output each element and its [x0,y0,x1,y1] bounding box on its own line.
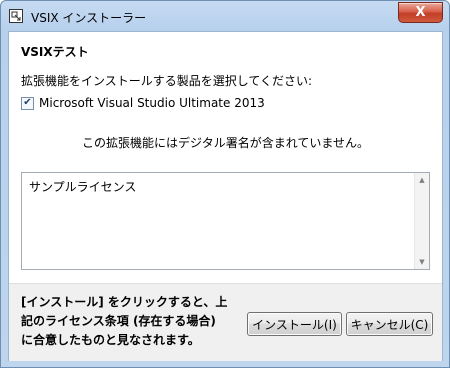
checkmark-icon: ✔ [23,97,32,108]
vsix-installer-window: VSIX インストーラー X VSIXテスト 拡張機能をインストールする製品を選… [0,0,450,368]
scroll-down-icon[interactable]: ▼ [415,255,429,269]
extension-name: VSIXテスト [21,45,89,59]
product-label[interactable]: Microsoft Visual Studio Ultimate 2013 [39,96,265,110]
cancel-button[interactable]: キャンセル(C) [346,312,433,336]
signature-warning: この拡張機能にはデジタル署名が含まれていません。 [81,136,370,150]
select-product-instruction: 拡張機能をインストールする製品を選択してください: [21,74,313,88]
install-button[interactable]: インストール(I) [247,312,342,336]
license-text: サンプルライセンス [29,180,137,194]
title-bar[interactable]: VSIX インストーラー X [1,1,449,31]
scroll-up-icon[interactable]: ▲ [415,173,429,187]
license-scrollbar[interactable]: ▲ ▼ [414,173,429,269]
dialog-content: VSIXテスト 拡張機能をインストールする製品を選択してください: ✔ Micr… [8,31,443,361]
product-item[interactable]: ✔ Microsoft Visual Studio Ultimate 2013 [21,96,265,110]
window-title: VSIX インストーラー [31,11,147,25]
license-textbox[interactable]: サンプルライセンス ▲ ▼ [21,172,430,270]
footer-panel: [インストール] をクリックすると、上記のライセンス条項 (存在する場合) に合… [9,283,442,361]
license-agreement-notice: [インストール] をクリックすると、上記のライセンス条項 (存在する場合) に合… [21,295,228,347]
vsix-app-icon [9,9,23,23]
close-button[interactable]: X [398,2,443,23]
close-icon: X [415,5,426,20]
product-checkbox[interactable]: ✔ [21,96,34,110]
